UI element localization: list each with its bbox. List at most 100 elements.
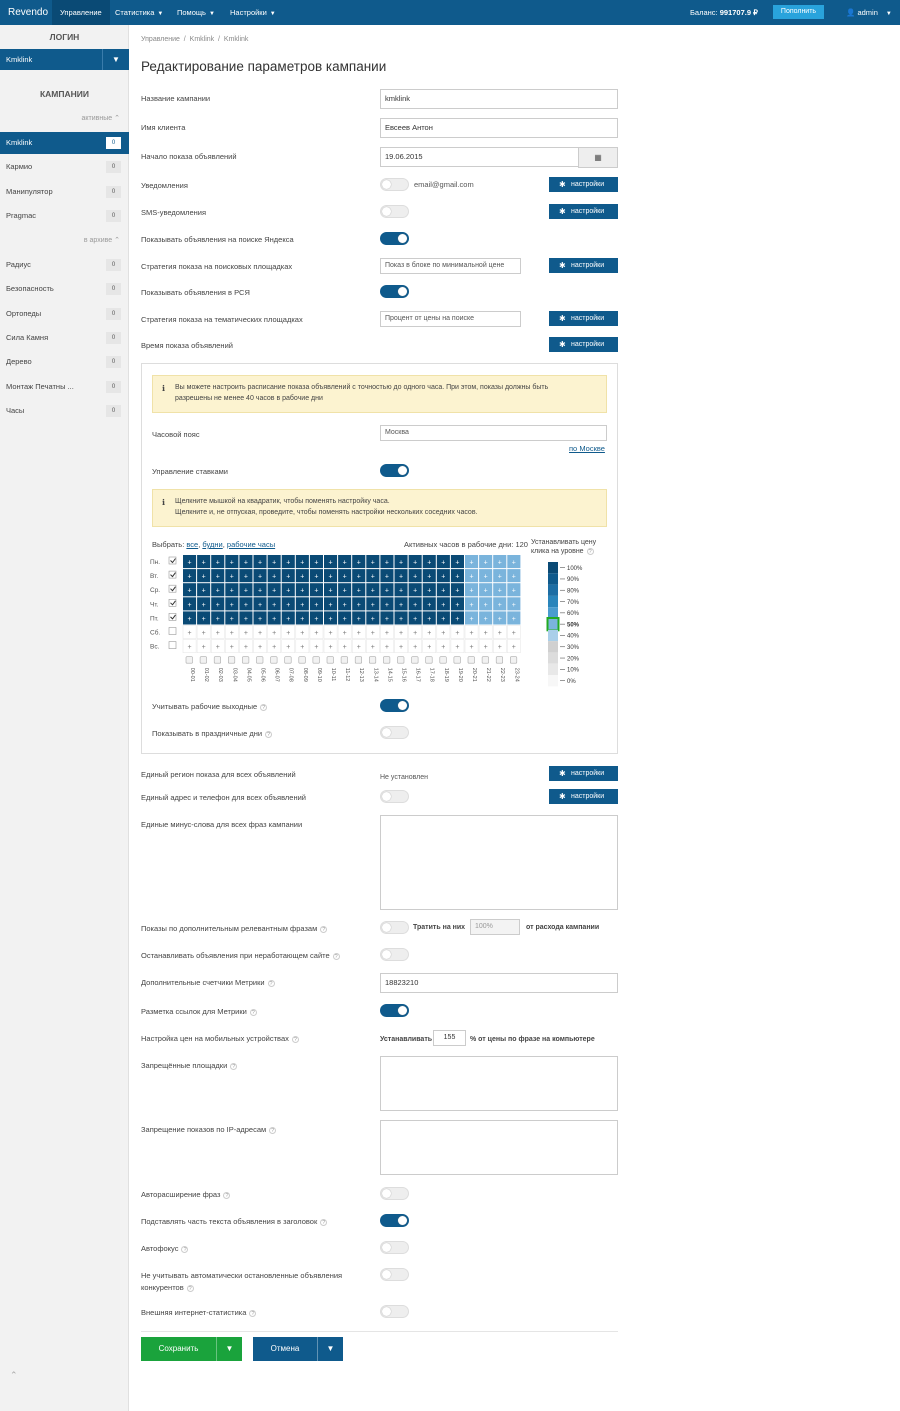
hour-column-checkbox[interactable] — [242, 656, 250, 664]
sidebar-campaign-item[interactable]: Манипулятор 0 — [0, 181, 129, 203]
group-archive-toggle[interactable]: в архиве ⌃ — [84, 236, 120, 244]
legend-swatch[interactable] — [548, 641, 558, 653]
hour-column-checkbox[interactable] — [256, 656, 264, 664]
client-name-input[interactable]: Евсеев Антон — [380, 118, 618, 138]
topup-button[interactable]: Пополнить — [773, 5, 824, 19]
hour-column-checkbox[interactable] — [509, 656, 518, 664]
scroll-top-icon[interactable]: ⌃ — [10, 1370, 18, 1381]
hour-column-checkbox[interactable] — [354, 656, 362, 664]
help-icon[interactable]: ? — [320, 1219, 328, 1226]
user-menu[interactable]: 👤 admin ▼ — [846, 8, 892, 17]
extra-spend-input[interactable]: 100% — [470, 919, 520, 935]
workdays-toggle[interactable] — [380, 699, 409, 712]
hour-column-checkbox[interactable] — [228, 656, 236, 664]
hour-column-checkbox[interactable] — [495, 656, 504, 664]
select-all-link[interactable]: все — [186, 540, 198, 549]
help-icon[interactable]: ? — [332, 953, 340, 960]
help-icon[interactable]: ? — [269, 1127, 277, 1134]
sidebar-campaign-item[interactable]: Pragmac 0 — [0, 205, 129, 227]
help-icon[interactable]: ? — [181, 1246, 189, 1253]
hour-column-checkbox[interactable] — [397, 656, 405, 664]
search-strategy-select[interactable]: Показ в блоке по минимальной цене — [380, 258, 521, 274]
sidebar-campaign-item[interactable]: Безопасность 0 — [0, 278, 129, 300]
legend-swatch[interactable] — [548, 584, 558, 596]
external-stats-toggle[interactable] — [380, 1305, 409, 1318]
ignore-stopped-toggle[interactable] — [380, 1268, 409, 1281]
sidebar-campaign-item[interactable]: Монтаж Печатны ... 0 — [0, 376, 129, 398]
stop-site-toggle[interactable] — [380, 948, 409, 961]
legend-swatch[interactable] — [548, 573, 558, 585]
timezone-select[interactable]: Москва — [380, 425, 607, 441]
metrika-input[interactable]: 18823210 — [380, 973, 618, 993]
hour-column-checkbox[interactable] — [326, 656, 334, 664]
search-strategy-settings-button[interactable]: ✱ настройки — [549, 258, 618, 273]
legend-swatch[interactable] — [548, 675, 558, 687]
legend-swatch[interactable] — [548, 652, 558, 664]
nav-statistics[interactable]: Статистика ▼ — [115, 8, 163, 17]
help-icon[interactable]: ? — [260, 704, 268, 711]
legend-swatch[interactable] — [548, 607, 558, 619]
forbidden-sites-textarea[interactable] — [380, 1056, 618, 1111]
help-icon[interactable]: ? — [265, 731, 273, 738]
legend-swatch[interactable] — [548, 618, 558, 630]
extra-phrases-toggle[interactable] — [380, 921, 409, 934]
address-toggle[interactable] — [380, 790, 409, 803]
substitute-title-toggle[interactable] — [380, 1214, 409, 1227]
holidays-toggle[interactable] — [380, 726, 409, 739]
group-active-toggle[interactable]: активные ⌃ — [82, 114, 121, 122]
help-icon[interactable]: ? — [230, 1063, 238, 1070]
legend-swatch[interactable] — [548, 663, 558, 675]
thematic-settings-button[interactable]: ✱ настройки — [549, 311, 618, 326]
caret-down-icon[interactable]: ▼ — [317, 1337, 343, 1361]
help-icon[interactable]: ? — [586, 548, 594, 555]
caret-down-icon[interactable]: ▼ — [102, 49, 129, 70]
caret-down-icon[interactable]: ▼ — [216, 1337, 242, 1361]
ip-ban-textarea[interactable] — [380, 1120, 618, 1175]
help-icon[interactable]: ? — [223, 1192, 231, 1199]
rsya-toggle[interactable] — [380, 285, 409, 298]
help-icon[interactable]: ? — [291, 1036, 299, 1043]
cancel-button[interactable]: Отмена ▼ — [253, 1337, 343, 1361]
address-settings-button[interactable]: ✱ настройки — [549, 789, 618, 804]
notify-toggle[interactable] — [380, 178, 409, 191]
hour-column-checkbox[interactable] — [467, 656, 475, 664]
link-markup-toggle[interactable] — [380, 1004, 409, 1017]
search-show-toggle[interactable] — [380, 232, 409, 245]
time-settings-button[interactable]: ✱ настройки — [549, 337, 618, 352]
legend-swatch[interactable] — [548, 595, 558, 608]
hour-column-checkbox[interactable] — [439, 656, 447, 664]
sidebar-campaign-item[interactable]: Дерево 0 — [0, 351, 129, 373]
hour-column-checkbox[interactable] — [340, 656, 348, 664]
hour-column-checkbox[interactable] — [481, 656, 489, 664]
nav-manage[interactable]: Управление — [52, 0, 110, 25]
start-date-input[interactable]: 19.06.2015 — [380, 147, 579, 167]
help-icon[interactable]: ? — [320, 926, 328, 933]
region-settings-button[interactable]: ✱ настройки — [549, 766, 618, 781]
autoexpand-toggle[interactable] — [380, 1187, 409, 1200]
brand-logo[interactable]: Revendo — [8, 7, 48, 18]
hour-column-checkbox[interactable] — [270, 656, 278, 664]
sidebar-campaign-item[interactable]: Радиус 0 — [0, 254, 129, 276]
nav-help[interactable]: Помощь ▼ — [177, 8, 215, 17]
thematic-strategy-select[interactable]: Процент от цены на поиске — [380, 311, 521, 327]
hour-column-checkbox[interactable] — [411, 656, 419, 664]
sms-toggle[interactable] — [380, 205, 409, 218]
hour-column-checkbox[interactable] — [425, 656, 433, 664]
login-select[interactable]: Kmklink ▼ — [0, 49, 129, 70]
help-icon[interactable]: ? — [186, 1285, 194, 1292]
day-checkbox[interactable] — [168, 627, 177, 635]
select-weekdays-link[interactable]: будни — [202, 540, 222, 549]
notify-settings-button[interactable]: ✱ настройки — [549, 177, 618, 192]
calendar-icon[interactable]: ▦ — [578, 147, 618, 168]
hour-column-checkbox[interactable] — [383, 656, 391, 664]
autofocus-toggle[interactable] — [380, 1241, 409, 1254]
nav-settings[interactable]: Настройки ▼ — [230, 8, 276, 17]
campaign-name-input[interactable]: kmklink — [380, 89, 618, 109]
sms-settings-button[interactable]: ✱ настройки — [549, 204, 618, 219]
sidebar-campaign-item[interactable]: Kmklink 0 — [0, 132, 129, 154]
legend-swatch[interactable] — [548, 562, 558, 574]
day-checkbox[interactable] — [168, 641, 177, 649]
save-button[interactable]: Сохранить ▼ — [141, 1337, 242, 1361]
hour-column-checkbox[interactable] — [312, 656, 320, 664]
sidebar-campaign-item[interactable]: Кармио 0 — [0, 156, 129, 178]
